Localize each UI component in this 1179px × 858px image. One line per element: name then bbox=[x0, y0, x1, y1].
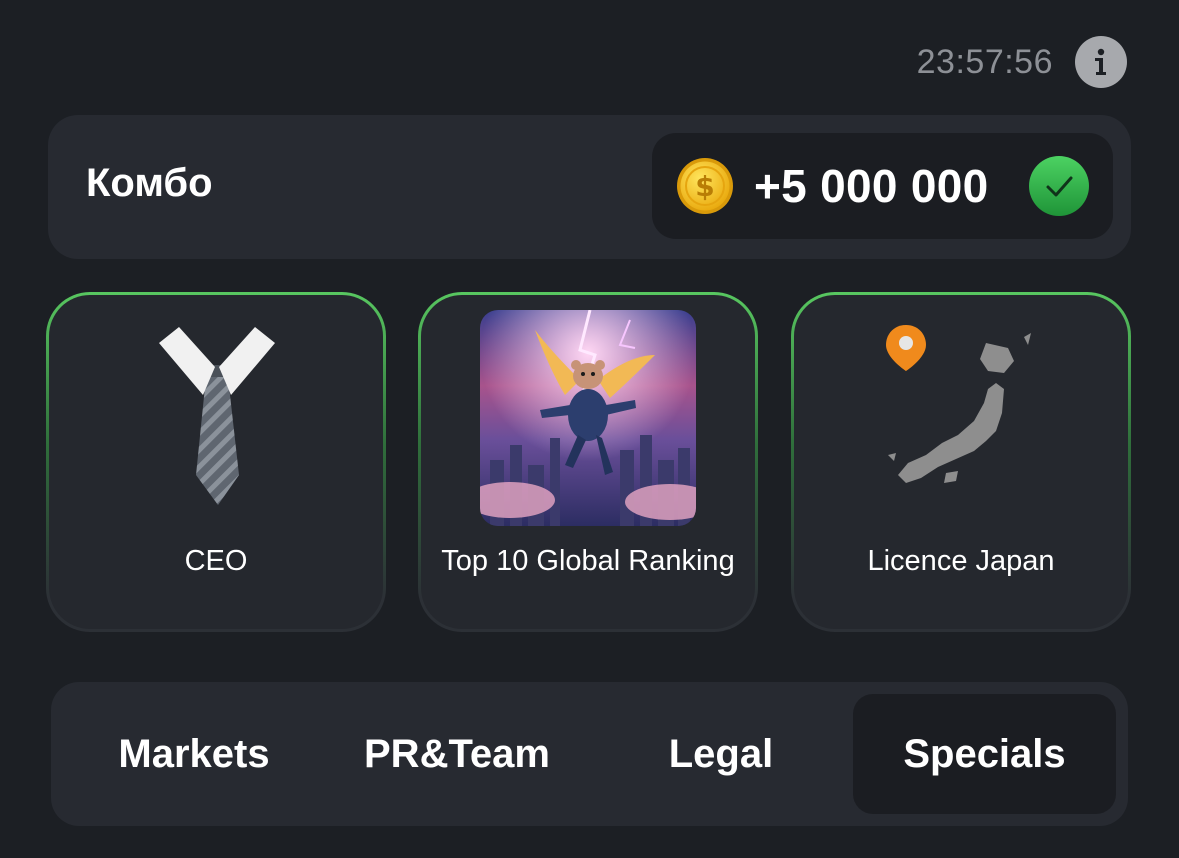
card-label: Top 10 Global Ranking bbox=[441, 545, 735, 577]
combo-panel: Комбо $ +5 000 000 bbox=[48, 115, 1131, 259]
tab-markets[interactable]: Markets bbox=[63, 694, 325, 814]
combo-card-top10[interactable]: Top 10 Global Ranking bbox=[418, 292, 758, 632]
combo-card-ceo[interactable]: CEO bbox=[46, 292, 386, 632]
category-tabs: Markets PR&Team Legal Specials bbox=[51, 682, 1128, 826]
combo-card-licence-japan[interactable]: Licence Japan bbox=[791, 292, 1131, 632]
tab-specials[interactable]: Specials bbox=[853, 694, 1116, 814]
svg-text:$: $ bbox=[695, 170, 714, 203]
info-icon[interactable] bbox=[1075, 36, 1127, 88]
tab-pr-team[interactable]: PR&Team bbox=[325, 694, 589, 814]
green-check-icon bbox=[1029, 156, 1089, 216]
card-label: Licence Japan bbox=[867, 545, 1055, 577]
dollar-coin-icon: $ bbox=[677, 158, 733, 214]
card-label: CEO bbox=[184, 545, 248, 577]
tab-legal[interactable]: Legal bbox=[589, 694, 853, 814]
header-bar: 23:57:56 bbox=[917, 36, 1127, 88]
reward-amount: +5 000 000 bbox=[754, 160, 989, 212]
countdown-timer: 23:57:56 bbox=[916, 42, 1053, 81]
flying-hamster-image bbox=[480, 310, 696, 526]
combo-reward: $ +5 000 000 bbox=[652, 133, 1113, 239]
necktie-icon bbox=[159, 327, 275, 505]
combo-title: Комбо bbox=[86, 161, 213, 205]
japan-map-icon bbox=[886, 325, 1031, 483]
